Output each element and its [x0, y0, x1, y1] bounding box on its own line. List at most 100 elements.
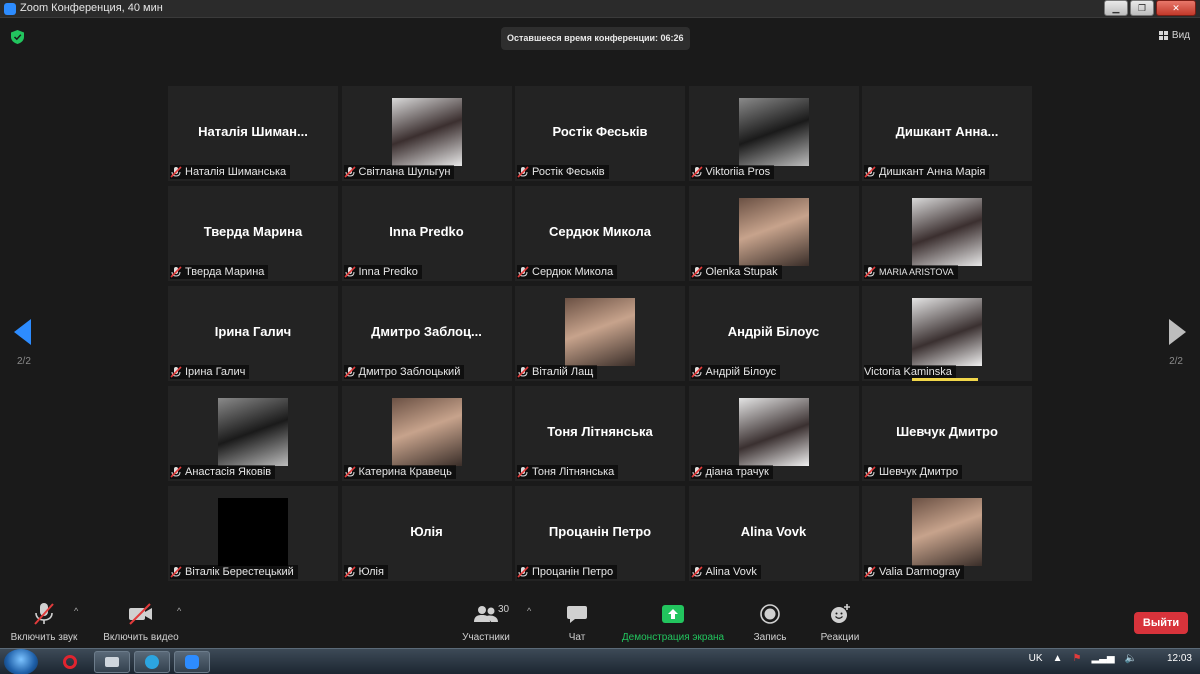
participant-tile[interactable]: portrait-photo-iconVictoria Kaminska	[862, 286, 1032, 381]
muted-microphone-icon	[170, 166, 182, 178]
portrait-photo-icon: portrait-photo-icon	[912, 198, 982, 266]
participant-tile[interactable]: portrait-photo-iconКатерина Кравець	[341, 386, 512, 481]
participant-display-name: Дмитро Заблоц...	[371, 324, 482, 339]
close-window-button[interactable]: ✕	[1156, 0, 1196, 16]
participant-name-label: Катерина Кравець	[358, 466, 452, 478]
participant-name-label: Ірина Галич	[185, 366, 246, 378]
participant-name-label: Віталій Лащ	[532, 366, 594, 378]
participant-name-label: Тверда Марина	[185, 266, 265, 278]
reactions-emoji-icon	[831, 604, 850, 623]
participant-tile[interactable]: Тверда Марина Тверда Марина	[168, 186, 338, 281]
participant-tile[interactable]: portrait-photo-iconдіана трачук	[688, 386, 859, 481]
participant-tile[interactable]: Андрій Білоус Андрій Білоус	[688, 286, 859, 381]
muted-microphone-icon	[864, 466, 876, 478]
start-video-button[interactable]: Включить видео	[100, 602, 182, 643]
muted-microphone-icon	[864, 566, 876, 578]
clock[interactable]: 12:03	[1167, 653, 1192, 664]
network-signal-icon[interactable]: ▂▃▅	[1091, 653, 1114, 664]
muted-microphone-icon	[690, 566, 703, 578]
muted-microphone-icon	[690, 166, 703, 178]
participant-tile[interactable]: Шевчук Дмитро Шевчук Дмитро	[862, 386, 1032, 481]
participant-display-name: Шевчук Дмитро	[896, 424, 998, 439]
chat-label: Чат	[568, 632, 586, 643]
unmute-button[interactable]: Включить звук	[8, 602, 80, 643]
camera-app-taskbar-icon[interactable]	[94, 651, 130, 673]
participant-tile[interactable]: Alina Vovk Alina Vovk	[688, 486, 859, 581]
zoom-taskbar-icon[interactable]	[174, 651, 210, 673]
participant-name-label: Віталік Берестецький	[185, 566, 294, 578]
participant-tile[interactable]: portrait-photo-iconMARIA ARISTOVA	[862, 186, 1032, 281]
previous-page-arrow-icon[interactable]	[14, 319, 31, 345]
participant-name-tag: Катерина Кравець	[343, 465, 456, 479]
participant-tile[interactable]: portrait-photo-iconValia Darmogray	[862, 486, 1032, 581]
participant-display-name: Юлія	[410, 524, 443, 539]
participant-tile[interactable]: Ірина Галич Ірина Галич	[168, 286, 338, 381]
participant-name-tag: Світлана Шульгун	[343, 165, 455, 179]
participant-name-tag: Наталія Шиманська	[170, 165, 291, 179]
start-video-label: Включить видео	[103, 632, 179, 643]
participant-name-tag: Viktoriia Pros	[690, 165, 775, 179]
participant-name-tag: Дмитро Заблоцький	[343, 365, 465, 379]
opera-taskbar-icon[interactable]	[54, 651, 86, 673]
maximize-button[interactable]: ❐	[1130, 0, 1154, 16]
participant-name-tag: Ірина Галич	[170, 365, 250, 379]
participant-name-tag: Olenka Stupak	[690, 265, 782, 279]
participant-name-label: MARIA ARISTOVA	[879, 267, 954, 277]
action-center-flag-icon[interactable]: ⚑	[1072, 653, 1081, 664]
window-controls: ▁ ❐ ✕	[1104, 0, 1196, 16]
participant-tile[interactable]: Inna Predko Inna Predko	[341, 186, 512, 281]
next-page-arrow-icon[interactable]	[1169, 319, 1186, 345]
muted-microphone-icon	[690, 366, 703, 378]
participant-display-name: Ростік Феськів	[552, 124, 648, 139]
record-button[interactable]: Запись	[750, 602, 790, 643]
windows-taskbar: UK ▲ ⚑ ▂▃▅ 🔈 12:03	[0, 648, 1200, 674]
video-options-caret-icon[interactable]: ^	[177, 606, 181, 616]
participant-tile[interactable]: Дмитро Заблоц... Дмитро Заблоцький	[341, 286, 512, 381]
participant-tile[interactable]: black-avatar-iconВіталік Берестецький	[168, 486, 338, 581]
participant-display-name: Ірина Галич	[214, 324, 292, 339]
participant-tile[interactable]: Тоня Літнянська Тоня Літнянська	[515, 386, 685, 481]
participant-tile[interactable]: Юлія Юлія	[341, 486, 512, 581]
portrait-photo-icon: portrait-photo-icon	[218, 398, 288, 466]
muted-microphone-icon	[517, 366, 529, 378]
volume-icon[interactable]: 🔈	[1125, 653, 1137, 664]
muted-microphone-icon	[170, 566, 182, 578]
telegram-taskbar-icon[interactable]	[134, 651, 170, 673]
chat-bubble-icon	[567, 606, 587, 623]
participant-display-name: Сердюк Микола	[549, 224, 651, 239]
leave-meeting-button[interactable]: Выйти	[1134, 612, 1188, 634]
muted-microphone-icon	[517, 266, 529, 278]
participant-name-label: Сердюк Микола	[532, 266, 614, 278]
reactions-button[interactable]: Реакции	[818, 602, 862, 643]
participant-tile[interactable]: Сердюк Микола Сердюк Микола	[515, 186, 685, 281]
participant-tile[interactable]: portrait-photo-iconВіталій Лащ	[515, 286, 685, 381]
tray-expand-icon[interactable]: ▲	[1053, 653, 1063, 664]
participant-name-tag: Ростік Феськів	[517, 165, 609, 179]
participant-tile[interactable]: portrait-photo-iconViktoriia Pros	[688, 86, 859, 181]
participant-name-tag: Дишкант Анна Марія	[864, 165, 990, 179]
view-button[interactable]: Вид	[1158, 30, 1190, 41]
muted-microphone-icon	[690, 266, 703, 278]
black-avatar-icon: black-avatar-icon	[218, 498, 288, 566]
participant-tile[interactable]: Дишкант Анна... Дишкант Анна Марія	[862, 86, 1032, 181]
participant-tile[interactable]: portrait-photo-iconOlenka Stupak	[688, 186, 859, 281]
participant-tile[interactable]: portrait-photo-iconСвітлана Шульгун	[341, 86, 512, 181]
minimize-button[interactable]: ▁	[1104, 0, 1128, 16]
participant-tile[interactable]: Ростік Феськів Ростік Феськів	[515, 86, 685, 181]
language-indicator[interactable]: UK	[1029, 653, 1043, 664]
participant-name-tag: Alina Vovk	[690, 565, 761, 579]
audio-options-caret-icon[interactable]: ^	[74, 606, 78, 616]
muted-microphone-icon	[343, 166, 356, 178]
participant-tile[interactable]: portrait-photo-iconАнастасія Яковів	[168, 386, 338, 481]
participants-label: Участники	[462, 632, 510, 643]
portrait-photo-icon: portrait-photo-icon	[738, 198, 809, 266]
encryption-shield-icon[interactable]	[11, 30, 24, 44]
share-screen-button[interactable]: Демонстрация экрана	[618, 602, 728, 643]
start-menu-button[interactable]	[4, 649, 38, 674]
video-off-camera-icon	[129, 603, 152, 625]
participant-tile[interactable]: Процанін Петро Процанін Петро	[515, 486, 685, 581]
portrait-photo-icon: portrait-photo-icon	[912, 498, 982, 566]
participants-caret-icon[interactable]: ^	[527, 606, 531, 616]
chat-button[interactable]: Чат	[562, 602, 592, 643]
participant-tile[interactable]: Наталія Шиман... Наталія Шиманська	[168, 86, 338, 181]
